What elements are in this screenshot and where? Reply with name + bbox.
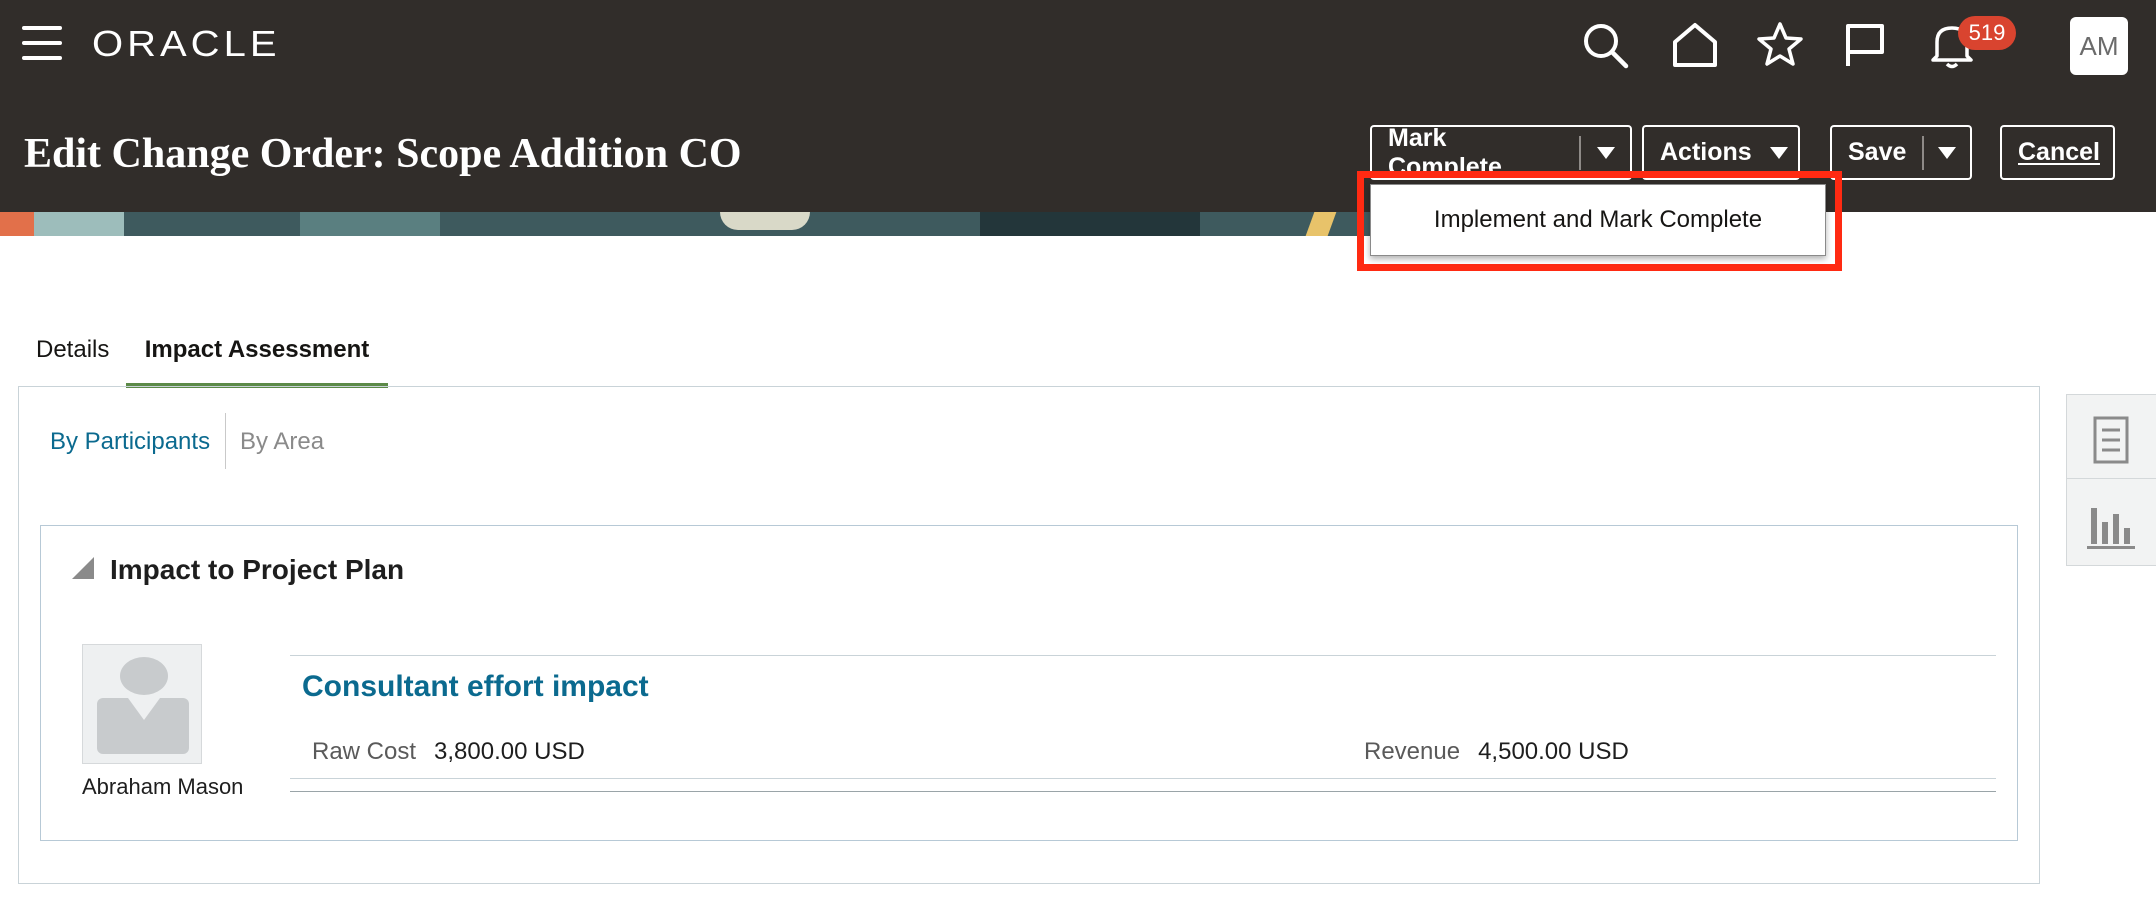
save-split-button: Save xyxy=(1830,125,1972,180)
raw-cost-label: Raw Cost xyxy=(312,738,417,765)
collapse-triangle-icon[interactable] xyxy=(72,557,94,579)
participant-name: Abraham Mason xyxy=(82,774,244,799)
divider xyxy=(290,778,1996,779)
save-dropdown-toggle[interactable] xyxy=(1924,127,1970,178)
document-icon[interactable] xyxy=(2085,414,2137,466)
bar-chart-icon[interactable] xyxy=(2085,498,2137,550)
raw-cost-currency: USD xyxy=(534,738,585,765)
revenue-value: 4,500.00 xyxy=(1478,738,1572,765)
oracle-logo[interactable]: ORACLE xyxy=(92,24,281,65)
hamburger-menu-icon[interactable] xyxy=(22,26,62,60)
revenue-field: Revenue 4,500.00 USD xyxy=(1364,738,1629,766)
raw-cost-field: Raw Cost 3,800.00 USD xyxy=(312,738,585,766)
impact-title-link[interactable]: Consultant effort impact xyxy=(302,670,649,704)
cancel-button[interactable]: Cancel xyxy=(2000,125,2115,180)
search-icon[interactable] xyxy=(1580,20,1630,70)
save-button[interactable]: Save xyxy=(1832,127,1922,178)
chevron-down-icon xyxy=(1938,146,1957,159)
section-title: Impact to Project Plan xyxy=(110,554,405,585)
raw-cost-value: 3,800.00 xyxy=(434,738,528,765)
revenue-label: Revenue xyxy=(1364,738,1461,765)
notification-count-badge: 519 xyxy=(1958,16,2016,50)
subnav-by-area[interactable]: By Area xyxy=(240,428,324,456)
participant-avatar xyxy=(82,644,202,764)
menu-item-implement-and-mark-complete[interactable]: Implement and Mark Complete xyxy=(1370,184,1826,256)
cancel-label: Cancel xyxy=(2018,138,2100,166)
divider xyxy=(290,791,1996,792)
flag-icon[interactable] xyxy=(1840,20,1890,70)
revenue-currency: USD xyxy=(1578,738,1629,765)
user-avatar[interactable]: AM xyxy=(2070,17,2128,75)
page-title: Edit Change Order: Scope Addition CO xyxy=(24,131,742,177)
rail-divider xyxy=(2066,478,2156,479)
tab-details[interactable]: Details xyxy=(36,336,109,364)
divider xyxy=(290,655,1996,656)
home-icon[interactable] xyxy=(1670,20,1720,70)
subnav-by-participants[interactable]: By Participants xyxy=(50,428,210,456)
subnav-divider xyxy=(225,413,226,469)
tab-impact-assessment[interactable]: Impact Assessment xyxy=(126,336,388,388)
chevron-down-icon xyxy=(1596,146,1615,159)
favorites-star-icon[interactable] xyxy=(1755,20,1805,70)
